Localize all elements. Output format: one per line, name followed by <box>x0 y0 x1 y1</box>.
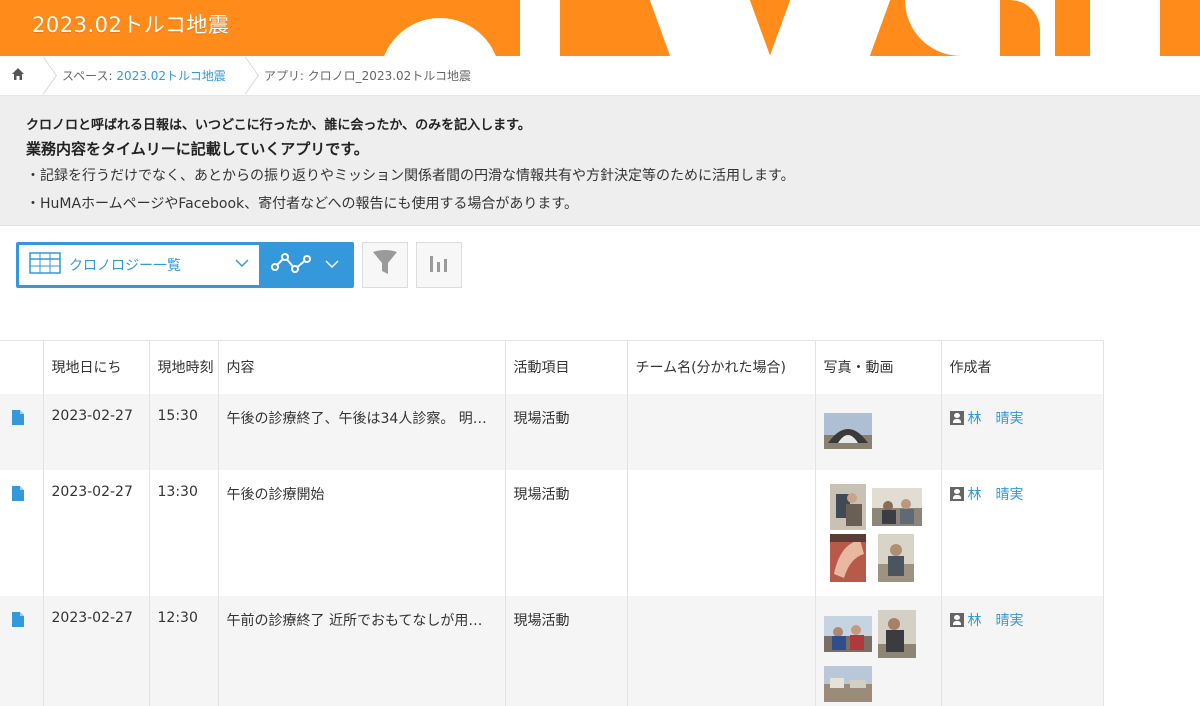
cell-date: 2023-02-27 <box>43 595 150 706</box>
graph-icon <box>271 251 313 279</box>
user-icon <box>949 612 964 627</box>
photo-thumbnail[interactable] <box>877 533 914 582</box>
home-icon <box>11 67 25 84</box>
record-link[interactable] <box>0 595 44 706</box>
cell-content: 午後の診療開始 <box>218 469 506 596</box>
photo-thumbnail[interactable] <box>823 615 872 652</box>
cell-activity: 現場活動 <box>505 469 628 596</box>
photo-thumbnail[interactable] <box>871 487 922 526</box>
breadcrumb-space-link[interactable]: 2023.02トルコ地震 <box>116 69 225 83</box>
photo-thumbnail[interactable] <box>829 533 866 582</box>
description-line-3: ・記録を行うだけでなく、あとからの振り返りやミッション関係者間の円滑な情報共有や… <box>26 168 795 184</box>
space-title: 2023.02トルコ地震 <box>32 13 230 37</box>
table-row: 2023-02-27 13:30 午後の診療開始 現場活動 林 晴実 <box>0 469 1104 596</box>
table-header-row: 現地日にち 現地時刻 内容 活動項目 チーム名(分かれた場合) 写真・動画 作成… <box>0 340 1104 394</box>
header-activity[interactable]: 活動項目 <box>505 340 628 394</box>
header-time[interactable]: 現地時刻 <box>149 340 219 394</box>
author-link[interactable]: 林 晴実 <box>949 408 1103 428</box>
space-header: 2023.02トルコ地震 <box>0 0 1200 56</box>
cell-time: 12:30 <box>149 595 219 706</box>
breadcrumb-separator <box>238 56 252 96</box>
view-toolbar: クロノロジー一覧 <box>16 242 462 288</box>
cell-activity: 現場活動 <box>505 595 628 706</box>
header-author[interactable]: 作成者 <box>941 340 1104 394</box>
cell-content: 午前の診療終了 近所でおもてなしが用… <box>218 595 506 706</box>
photo-thumbnail[interactable] <box>823 665 872 702</box>
cell-date: 2023-02-27 <box>43 393 150 470</box>
breadcrumb: スペース: 2023.02トルコ地震 アプリ: クロノロ_2023.02トルコ地… <box>0 56 1200 96</box>
filter-button[interactable] <box>362 242 408 288</box>
cell-team <box>627 469 816 596</box>
document-icon <box>12 611 24 631</box>
author-link[interactable]: 林 晴実 <box>949 610 1103 630</box>
cell-time: 13:30 <box>149 469 219 596</box>
description-line-1: クロノロと呼ばれる日報は、いつどこに行ったか、誰に会ったか、のみを記入します。 <box>26 118 531 133</box>
breadcrumb-space[interactable]: スペース: 2023.02トルコ地震 <box>56 67 232 84</box>
view-dropdown[interactable]: クロノロジー一覧 <box>19 245 259 285</box>
breadcrumb-space-prefix: スペース: <box>62 69 117 83</box>
photo-thumbnail[interactable] <box>877 609 916 658</box>
user-icon <box>949 486 964 501</box>
breadcrumb-separator <box>36 56 50 96</box>
cell-author: 林 晴実 <box>941 469 1104 596</box>
chevron-down-icon <box>325 258 339 273</box>
cell-activity: 現場活動 <box>505 393 628 470</box>
photo-thumbnail[interactable] <box>829 483 866 530</box>
view-name: クロノロジー一覧 <box>69 258 181 274</box>
author-name: 林 晴実 <box>967 486 1024 503</box>
cell-author: 林 晴実 <box>941 393 1104 470</box>
chevron-down-icon <box>235 257 249 272</box>
graph-dropdown[interactable] <box>259 245 351 285</box>
header-decoration <box>769 0 891 56</box>
app-description: クロノロと呼ばれる日報は、いつどこに行ったか、誰に会ったか、のみを記入します。 … <box>0 96 1200 226</box>
cell-date: 2023-02-27 <box>43 469 150 596</box>
header-date[interactable]: 現地日にち <box>43 340 150 394</box>
cell-photos <box>815 469 942 596</box>
cell-photos <box>815 595 942 706</box>
breadcrumb-app: アプリ: クロノロ_2023.02トルコ地震 <box>263 69 472 83</box>
cell-team <box>627 595 816 706</box>
records-table: 現地日にち 現地時刻 内容 活動項目 チーム名(分かれた場合) 写真・動画 作成… <box>0 340 1200 706</box>
cell-time: 15:30 <box>149 393 219 470</box>
header-team[interactable]: チーム名(分かれた場合) <box>627 340 816 394</box>
cell-content: 午後の診療終了、午後は34人診察。 明… <box>218 393 506 470</box>
chart-button[interactable] <box>416 242 462 288</box>
cell-author: 林 晴実 <box>941 595 1104 706</box>
author-name: 林 晴実 <box>967 612 1024 629</box>
header-content[interactable]: 内容 <box>218 340 506 394</box>
author-link[interactable]: 林 晴実 <box>949 484 1103 504</box>
description-line-2: 業務内容をタイムリーに記載していくアプリです。 <box>26 140 369 158</box>
author-name: 林 晴実 <box>967 410 1024 427</box>
cell-team <box>627 393 816 470</box>
header-decoration <box>520 0 560 56</box>
view-selector: クロノロジー一覧 <box>16 242 354 288</box>
document-icon <box>12 485 24 505</box>
table-row: 2023-02-27 12:30 午前の診療終了 近所でおもてなしが用… 現場活… <box>0 595 1104 706</box>
header-icon-col <box>0 340 44 394</box>
bar-chart-icon <box>428 252 450 278</box>
header-photos[interactable]: 写真・動画 <box>815 340 942 394</box>
user-icon <box>949 410 964 425</box>
record-link[interactable] <box>0 393 44 470</box>
document-icon <box>12 409 24 429</box>
cell-photos <box>815 393 942 470</box>
record-link[interactable] <box>0 469 44 596</box>
header-decoration <box>649 0 771 56</box>
photo-thumbnail[interactable] <box>823 412 872 449</box>
header-decoration <box>380 18 500 56</box>
description-line-4: ・HuMAホームページやFacebook、寄付者などへの報告にも使用する場合があ… <box>26 196 579 212</box>
header-decoration <box>1090 0 1160 56</box>
header-decoration <box>560 0 660 56</box>
filter-icon <box>372 249 398 281</box>
table-view-icon <box>29 252 61 278</box>
table-row: 2023-02-27 15:30 午後の診療終了、午後は34人診察。 明… 現場… <box>0 393 1104 470</box>
